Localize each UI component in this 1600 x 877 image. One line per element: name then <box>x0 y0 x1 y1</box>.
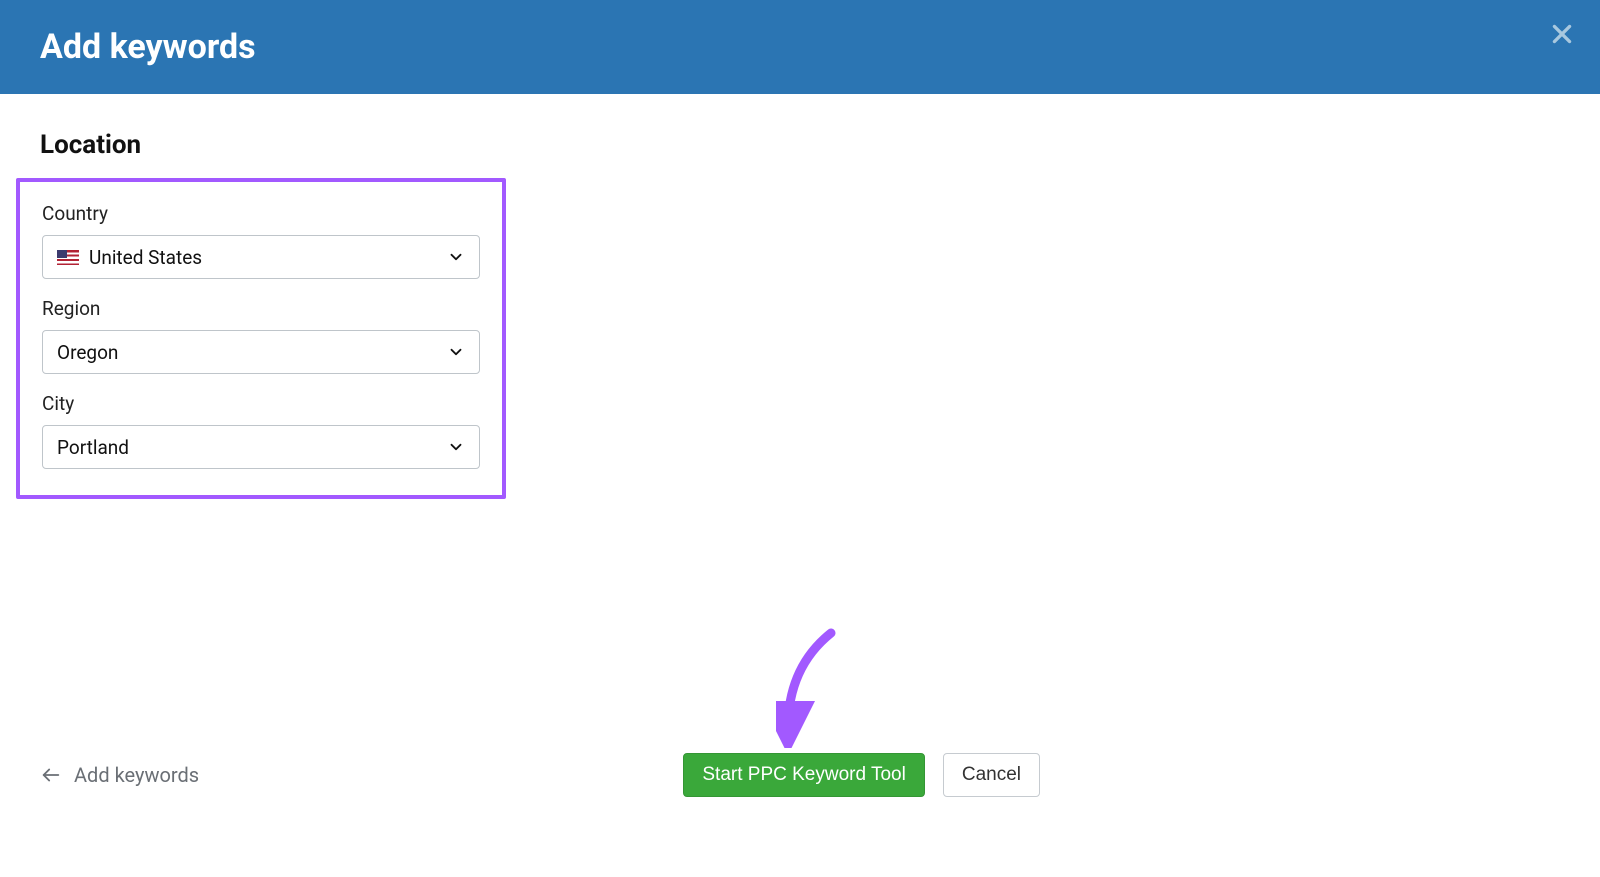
field-region: Region Oregon <box>42 297 480 374</box>
field-country: Country United States <box>42 202 480 279</box>
city-select[interactable]: Portland <box>42 425 480 469</box>
footer-actions: Start PPC Keyword Tool Cancel <box>683 753 1040 797</box>
field-city: City Portland <box>42 392 480 469</box>
city-value: Portland <box>57 436 447 459</box>
start-ppc-keyword-tool-button[interactable]: Start PPC Keyword Tool <box>683 753 924 797</box>
cancel-button[interactable]: Cancel <box>943 753 1040 797</box>
close-icon <box>1549 21 1575 47</box>
region-select[interactable]: Oregon <box>42 330 480 374</box>
close-button[interactable] <box>1542 14 1582 54</box>
location-fields-highlight: Country United States Region Oregon City <box>16 178 506 499</box>
chevron-down-icon <box>447 248 465 266</box>
city-label: City <box>42 392 480 415</box>
annotation-arrow-icon <box>776 628 856 748</box>
country-label: Country <box>42 202 480 225</box>
region-value: Oregon <box>57 341 447 364</box>
back-link[interactable]: Add keywords <box>40 763 199 787</box>
modal-title: Add keywords <box>40 27 256 67</box>
flag-usa-icon <box>57 250 79 265</box>
arrow-left-icon <box>40 764 62 786</box>
country-select[interactable]: United States <box>42 235 480 279</box>
chevron-down-icon <box>447 438 465 456</box>
country-value: United States <box>89 246 447 269</box>
modal-footer: Add keywords Start PPC Keyword Tool Canc… <box>0 753 1600 797</box>
section-title-location: Location <box>40 130 1560 160</box>
chevron-down-icon <box>447 343 465 361</box>
region-label: Region <box>42 297 480 320</box>
back-link-label: Add keywords <box>74 763 199 787</box>
modal-header: Add keywords <box>0 0 1600 94</box>
modal-body: Location Country United States Region Or… <box>0 94 1600 519</box>
